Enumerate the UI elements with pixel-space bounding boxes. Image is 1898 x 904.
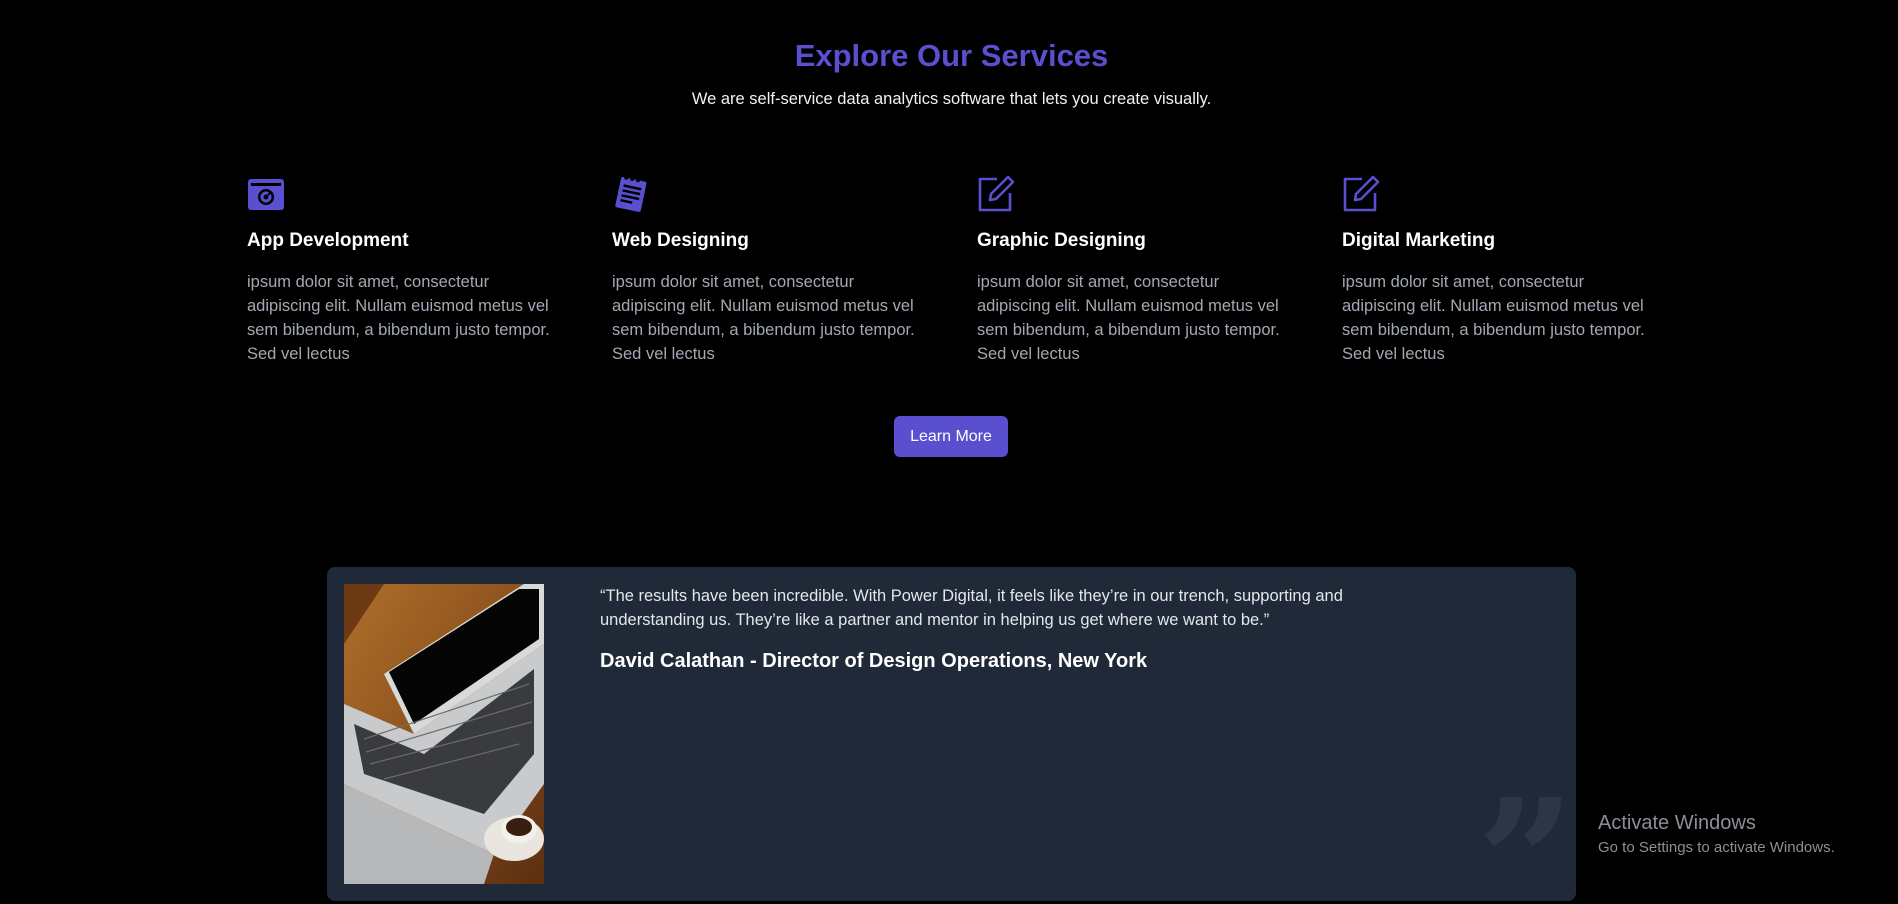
testimonial-card: “The results have been incredible. With …: [327, 567, 1576, 901]
activate-windows-watermark: Activate Windows Go to Settings to activ…: [1598, 812, 1835, 856]
testimonial-quote: “The results have been incredible. With …: [600, 587, 1343, 629]
service-card-digital-marketing: Digital Marketing ipsum dolor sit amet, …: [1342, 175, 1655, 366]
service-card-app-development: App Development ipsum dolor sit amet, co…: [247, 175, 560, 366]
quote-mark-icon: ”: [1477, 762, 1575, 901]
testimonial-author: David Calathan - Director of Design Oper…: [600, 650, 1148, 672]
service-description: ipsum dolor sit amet, consectetur adipis…: [977, 273, 1280, 363]
activate-windows-subtitle: Go to Settings to activate Windows.: [1598, 839, 1835, 856]
learn-more-button[interactable]: Learn More: [894, 416, 1008, 457]
service-description: ipsum dolor sit amet, consectetur adipis…: [247, 273, 550, 363]
service-title: Web Designing: [612, 230, 749, 251]
services-grid: App Development ipsum dolor sit amet, co…: [247, 175, 1655, 366]
page: Explore Our Services We are self-service…: [0, 0, 1898, 904]
service-description: ipsum dolor sit amet, consectetur adipis…: [612, 273, 915, 363]
service-title: Digital Marketing: [1342, 230, 1496, 251]
laptop-photo: [344, 584, 544, 884]
edit-icon: [1342, 175, 1382, 213]
edit-icon: [977, 175, 1017, 213]
activate-windows-title: Activate Windows: [1598, 812, 1756, 834]
service-title: App Development: [247, 230, 409, 251]
service-card-graphic-designing: Graphic Designing ipsum dolor sit amet, …: [977, 175, 1290, 366]
notepad-icon: [612, 175, 652, 213]
camera-icon: [247, 175, 287, 213]
service-description: ipsum dolor sit amet, consectetur adipis…: [1342, 273, 1645, 363]
section-subtitle: We are self-service data analytics softw…: [691, 90, 1212, 108]
service-card-web-designing: Web Designing ipsum dolor sit amet, cons…: [612, 175, 925, 366]
section-title: Explore Our Services: [794, 38, 1109, 73]
service-title: Graphic Designing: [977, 230, 1146, 251]
